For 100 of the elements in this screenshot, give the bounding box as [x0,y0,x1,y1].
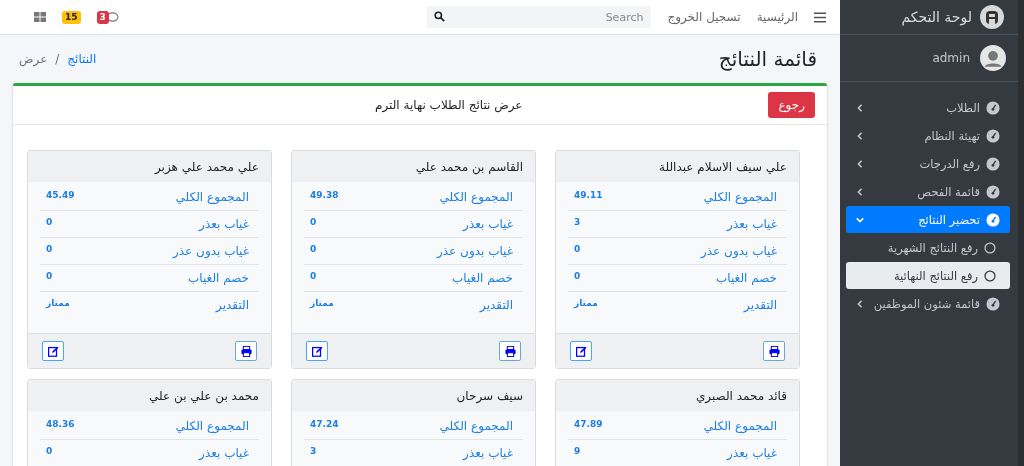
edit-button[interactable] [570,341,592,361]
sidebar-subitem[interactable]: رفع النتائج الشهرية [846,234,1010,261]
chevron-left-icon [856,187,864,196]
avatar-icon [980,45,1006,71]
result-value: 3 [310,446,317,456]
chevron-left-icon [856,159,864,168]
result-value: 0 [574,244,581,254]
message-count-badge: 3 [96,10,109,24]
user-name[interactable]: admin [932,51,970,65]
gauge-icon [986,100,1000,115]
result-value: 47.89 [574,419,603,429]
result-label: التقدير [744,298,777,312]
gauge-icon [986,128,1000,143]
edit-icon [575,345,587,357]
result-value: 0 [310,271,317,281]
student-name: علي سيف الاسلام عبداللة [659,159,787,174]
sidebar-item[interactable]: تحضير النتائج [846,206,1010,233]
result-label: المجموع الكلي [175,190,249,204]
breadcrumb-separator: / [55,52,60,66]
result-value: ممتاز [574,298,598,308]
result-value: 3 [574,217,581,227]
gauge-icon [986,156,1000,171]
chevron-left-icon [856,131,864,140]
result-label: غياب بدون عذر [701,244,777,258]
result-label: غياب بدون عذر [173,244,249,258]
grid-icon[interactable] [34,12,46,22]
student-name: القاسم بن محمد علي [415,159,523,174]
student-name: قائد محمد الصبري [695,388,787,403]
printer-icon [768,345,780,357]
result-value: 0 [310,244,317,254]
panel-title: عرض نتائج الطلاب نهاية الترم [375,98,523,112]
result-value: 0 [46,446,53,456]
result-value: 49.11 [574,190,603,200]
print-button[interactable] [499,341,521,361]
gauge-icon [986,184,1000,199]
result-value: 47.24 [310,419,339,429]
edit-button[interactable] [42,341,64,361]
result-label: غياب بعذر [463,446,513,460]
result-label: غياب بدون عذر [437,244,513,258]
result-value: 48.36 [46,419,75,429]
result-value: 45.49 [46,190,75,200]
result-value: 9 [574,446,581,456]
sidebar-item[interactable]: رفع الدرجات [846,150,1010,177]
result-value: ممتاز [310,298,334,308]
current-page-label: عرض [19,52,48,66]
print-button[interactable] [763,341,785,361]
edit-icon [47,345,59,357]
page-title: قائمة النتائج [718,47,817,71]
circle-icon [984,241,996,254]
logo-icon [980,5,1004,29]
result-value: 0 [46,217,53,227]
result-label: المجموع الكلي [439,419,513,433]
result-label: التقدير [480,298,513,312]
result-value: 0 [46,244,53,254]
edit-icon [311,345,323,357]
result-label: خصم الغياب [452,271,513,285]
sidebar-item[interactable]: قائمة الفحص [846,178,1010,205]
result-value: 0 [46,271,53,281]
result-label: المجموع الكلي [175,419,249,433]
breadcrumb-link[interactable]: النتائج [67,52,97,66]
sidebar-item[interactable]: تهيئة النظام [846,122,1010,149]
print-button[interactable] [235,341,257,361]
gauge-icon [986,212,1000,227]
result-label: المجموع الكلي [439,190,513,204]
result-value: ممتاز [46,298,70,308]
printer-icon [504,345,516,357]
gauge-icon [986,296,1000,311]
result-label: التقدير [216,298,249,312]
result-value: 0 [574,271,581,281]
result-label: غياب بعذر [727,217,777,231]
circle-icon [984,269,996,282]
student-name: علي محمد علي هزبر [154,159,259,174]
brand-title[interactable]: لوحة التحكم [901,9,972,25]
result-label: خصم الغياب [188,271,249,285]
edit-button[interactable] [306,341,328,361]
result-label: غياب بعذر [727,446,777,460]
result-label: خصم الغياب [716,271,777,285]
chevron-down-icon [856,215,864,224]
sidebar-subitem[interactable]: رفع النتائج النهائية [846,262,1010,289]
search-field[interactable]: Search [427,6,652,28]
notification-count-badge[interactable]: 15 [62,10,81,24]
chevron-left-icon [856,299,864,308]
sidebar-item[interactable]: الطلاب [846,94,1010,121]
sidebar-item[interactable]: قائمة شئون الموظفين [846,290,1010,317]
search-icon[interactable] [434,11,446,22]
nav-link[interactable]: الرئيسية [756,10,798,24]
result-label: غياب بعذر [199,446,249,460]
result-label: غياب بعذر [199,217,249,231]
result-label: غياب بعذر [463,217,513,231]
result-value: 49.38 [310,190,339,200]
result-label: المجموع الكلي [703,419,777,433]
student-name: محمد بن علي بن علي [149,388,259,403]
chevron-left-icon [856,103,864,112]
student-name: سيف سرحان [456,388,523,403]
result-label: المجموع الكلي [703,190,777,204]
back-button[interactable]: رجوع [768,92,815,118]
result-value: 0 [310,217,317,227]
nav-link[interactable]: تسجيل الخروج [667,10,741,24]
menu-icon[interactable] [814,11,826,23]
printer-icon [240,345,252,357]
